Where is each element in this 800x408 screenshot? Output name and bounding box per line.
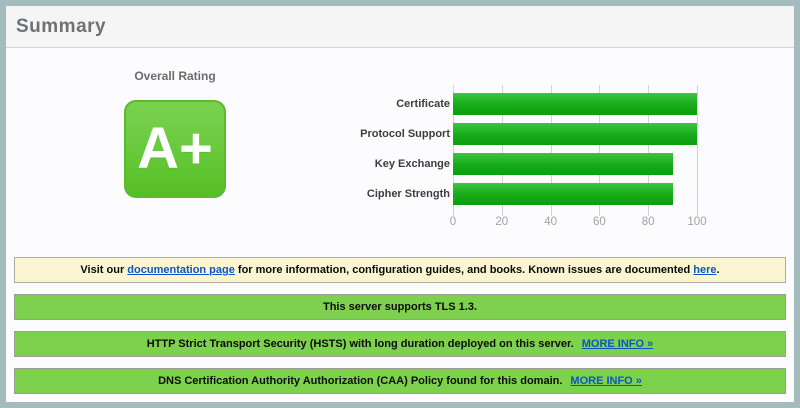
chart-category-label: Protocol Support	[360, 128, 450, 140]
notice-text-2: for more information, configuration guid…	[237, 264, 691, 276]
chart-bar	[453, 153, 673, 175]
axis-tick-label: 100	[687, 216, 707, 228]
banner-text: DNS Certification Authority Authorizatio…	[158, 375, 563, 387]
banner-text: This server supports TLS 1.3.	[322, 301, 478, 313]
banner-caa: DNS Certification Authority Authorizatio…	[14, 368, 786, 394]
page-title: Summary	[16, 16, 107, 37]
axis-tick-label: 0	[449, 216, 457, 228]
grade-badge: A+	[124, 100, 226, 198]
chart-category-label: Cipher Strength	[366, 188, 450, 200]
chart-category-label: Certificate	[396, 98, 450, 110]
chart-bar	[453, 93, 697, 115]
more-info-link[interactable]: MORE INFO »	[582, 338, 654, 350]
chart-labels: Certificate Protocol Support Key Exchange C…	[302, 85, 450, 212]
panel-header: Summary	[6, 6, 794, 48]
summary-panel: Summary Overall Rating A+ Certificate Pro…	[0, 0, 800, 408]
known-issues-link[interactable]: here	[693, 264, 716, 276]
axis-tick-label: 20	[495, 216, 509, 228]
more-info-link[interactable]: MORE INFO »	[570, 375, 642, 387]
documentation-notice: Visit our documentation page for more in…	[14, 257, 786, 283]
axis-tick-label: 40	[544, 216, 557, 228]
axis-tick-label: 60	[592, 216, 606, 228]
notice-text-1: Visit our	[80, 264, 125, 276]
chart-bar	[453, 183, 673, 205]
banner-text: HTTP Strict Transport Security (HSTS) wi…	[146, 338, 574, 350]
chart-category-label: Key Exchange	[374, 158, 450, 170]
axis-tick-label: 80	[641, 216, 655, 228]
chart-plot	[453, 85, 698, 216]
overall-rating-label: Overall Rating	[134, 69, 216, 83]
banner-tls13: This server supports TLS 1.3.	[14, 294, 786, 320]
documentation-page-link[interactable]: documentation page	[127, 264, 235, 276]
notice-text-3: .	[716, 264, 720, 276]
chart-ticks: 0 20 40 60 80 100	[449, 216, 707, 230]
banner-hsts: HTTP Strict Transport Security (HSTS) wi…	[14, 331, 786, 357]
chart-bar	[453, 123, 697, 145]
grade-value: A+	[137, 116, 213, 181]
gridline	[697, 85, 698, 216]
